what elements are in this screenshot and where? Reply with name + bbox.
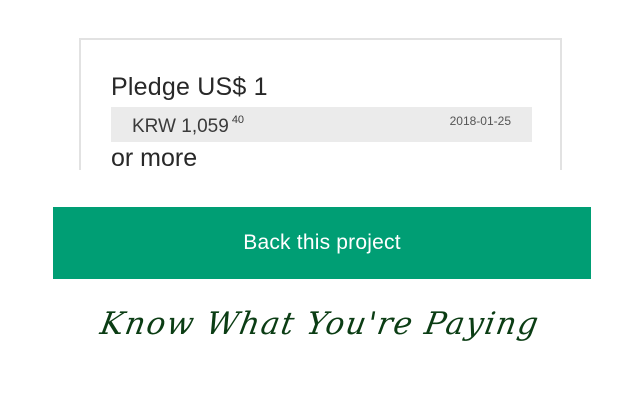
pledge-card[interactable]: Pledge US$ 1 KRW 1,059 40 2018-01-25 or m… [79,38,562,172]
pledge-suffix: or more [111,144,198,172]
converted-amount-cents: 40 [231,114,245,126]
conversion-date: 2018-01-25 [449,114,511,128]
caption-text: Know What You're Paying [97,306,543,342]
page: Pledge US$ 1 KRW 1,059 40 2018-01-25 or m… [0,0,640,400]
currency-conversion-box: KRW 1,059 40 2018-01-25 [111,107,532,142]
converted-amount-value: KRW 1,059 [132,116,229,137]
pledge-amount-label: Pledge US$ 1 [111,73,268,101]
converted-amount: KRW 1,059 40 [132,114,245,138]
back-project-button[interactable]: Back this project [53,207,591,279]
